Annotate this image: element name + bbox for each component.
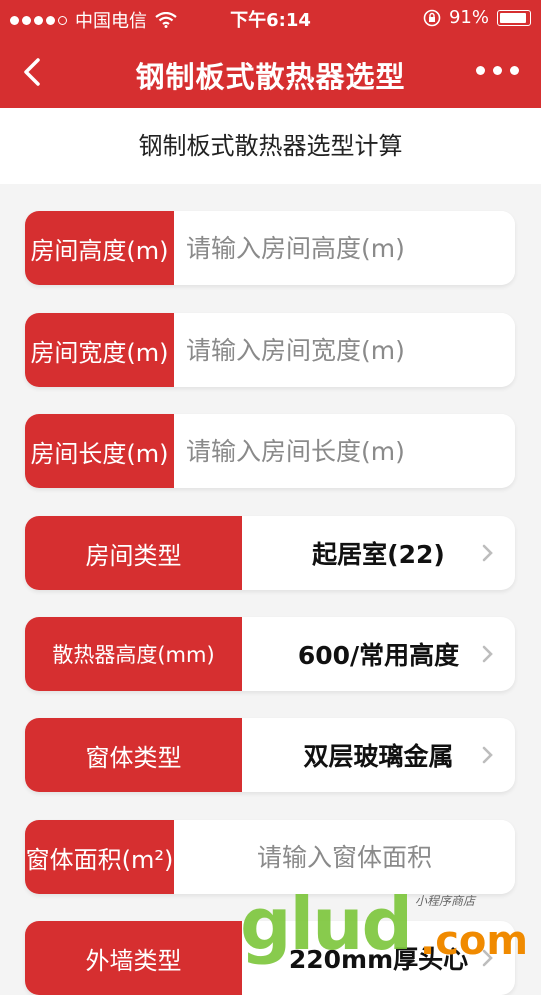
room-length-input[interactable] — [174, 414, 515, 488]
radiator-height-select[interactable]: 600/常用高度 — [242, 617, 515, 691]
window-type-label: 窗体类型 — [25, 718, 242, 792]
window-type-value: 双层玻璃金属 — [303, 742, 454, 771]
more-icon[interactable] — [476, 66, 519, 75]
room-width-input[interactable] — [174, 313, 515, 387]
navigation-bar: 钢制板式散热器选型 — [0, 36, 541, 108]
status-right: 91% — [423, 7, 531, 28]
room-type-value: 起居室(22) — [312, 540, 445, 569]
chevron-right-icon — [482, 746, 493, 764]
wall-type-value: 220mm厚头心 — [288, 945, 469, 974]
room-type-label: 房间类型 — [25, 516, 242, 590]
battery-percent: 91% — [448, 7, 489, 28]
radiator-height-value: 600/常用高度 — [297, 641, 460, 670]
window-area-row: 窗体面积(m²) — [25, 820, 515, 894]
section-title: 钢制板式散热器选型计算 — [0, 108, 541, 184]
window-area-input[interactable] — [174, 820, 515, 894]
chevron-right-icon — [482, 544, 493, 562]
room-height-label: 房间高度(m) — [25, 211, 174, 285]
wall-type-select[interactable]: 220mm厚头心 — [242, 921, 515, 995]
window-type-row[interactable]: 窗体类型 双层玻璃金属 — [25, 718, 515, 792]
chevron-right-icon — [482, 645, 493, 663]
room-type-select[interactable]: 起居室(22) — [242, 516, 515, 590]
room-length-label: 房间长度(m) — [25, 414, 174, 488]
watermark-tagline: 小程序商店 — [415, 894, 476, 908]
window-type-select[interactable]: 双层玻璃金属 — [242, 718, 515, 792]
room-width-row: 房间宽度(m) — [25, 313, 515, 387]
rotation-lock-icon — [423, 9, 441, 26]
wall-type-label: 外墙类型 — [25, 921, 242, 995]
chevron-right-icon — [482, 949, 493, 967]
radiator-height-label: 散热器高度(mm) — [25, 617, 242, 691]
room-height-input[interactable] — [174, 211, 515, 285]
wall-type-row[interactable]: 外墙类型 220mm厚头心 — [25, 921, 515, 995]
room-type-row[interactable]: 房间类型 起居室(22) — [25, 516, 515, 590]
room-length-row: 房间长度(m) — [25, 414, 515, 488]
battery-icon — [497, 9, 531, 26]
room-width-label: 房间宽度(m) — [25, 313, 174, 387]
window-area-label: 窗体面积(m²) — [25, 820, 174, 894]
page-title: 钢制板式散热器选型 — [135, 60, 406, 94]
room-height-row: 房间高度(m) — [25, 211, 515, 285]
status-bar: 中国电信 下午6:14 91% — [0, 0, 541, 36]
radiator-height-row[interactable]: 散热器高度(mm) 600/常用高度 — [25, 617, 515, 691]
